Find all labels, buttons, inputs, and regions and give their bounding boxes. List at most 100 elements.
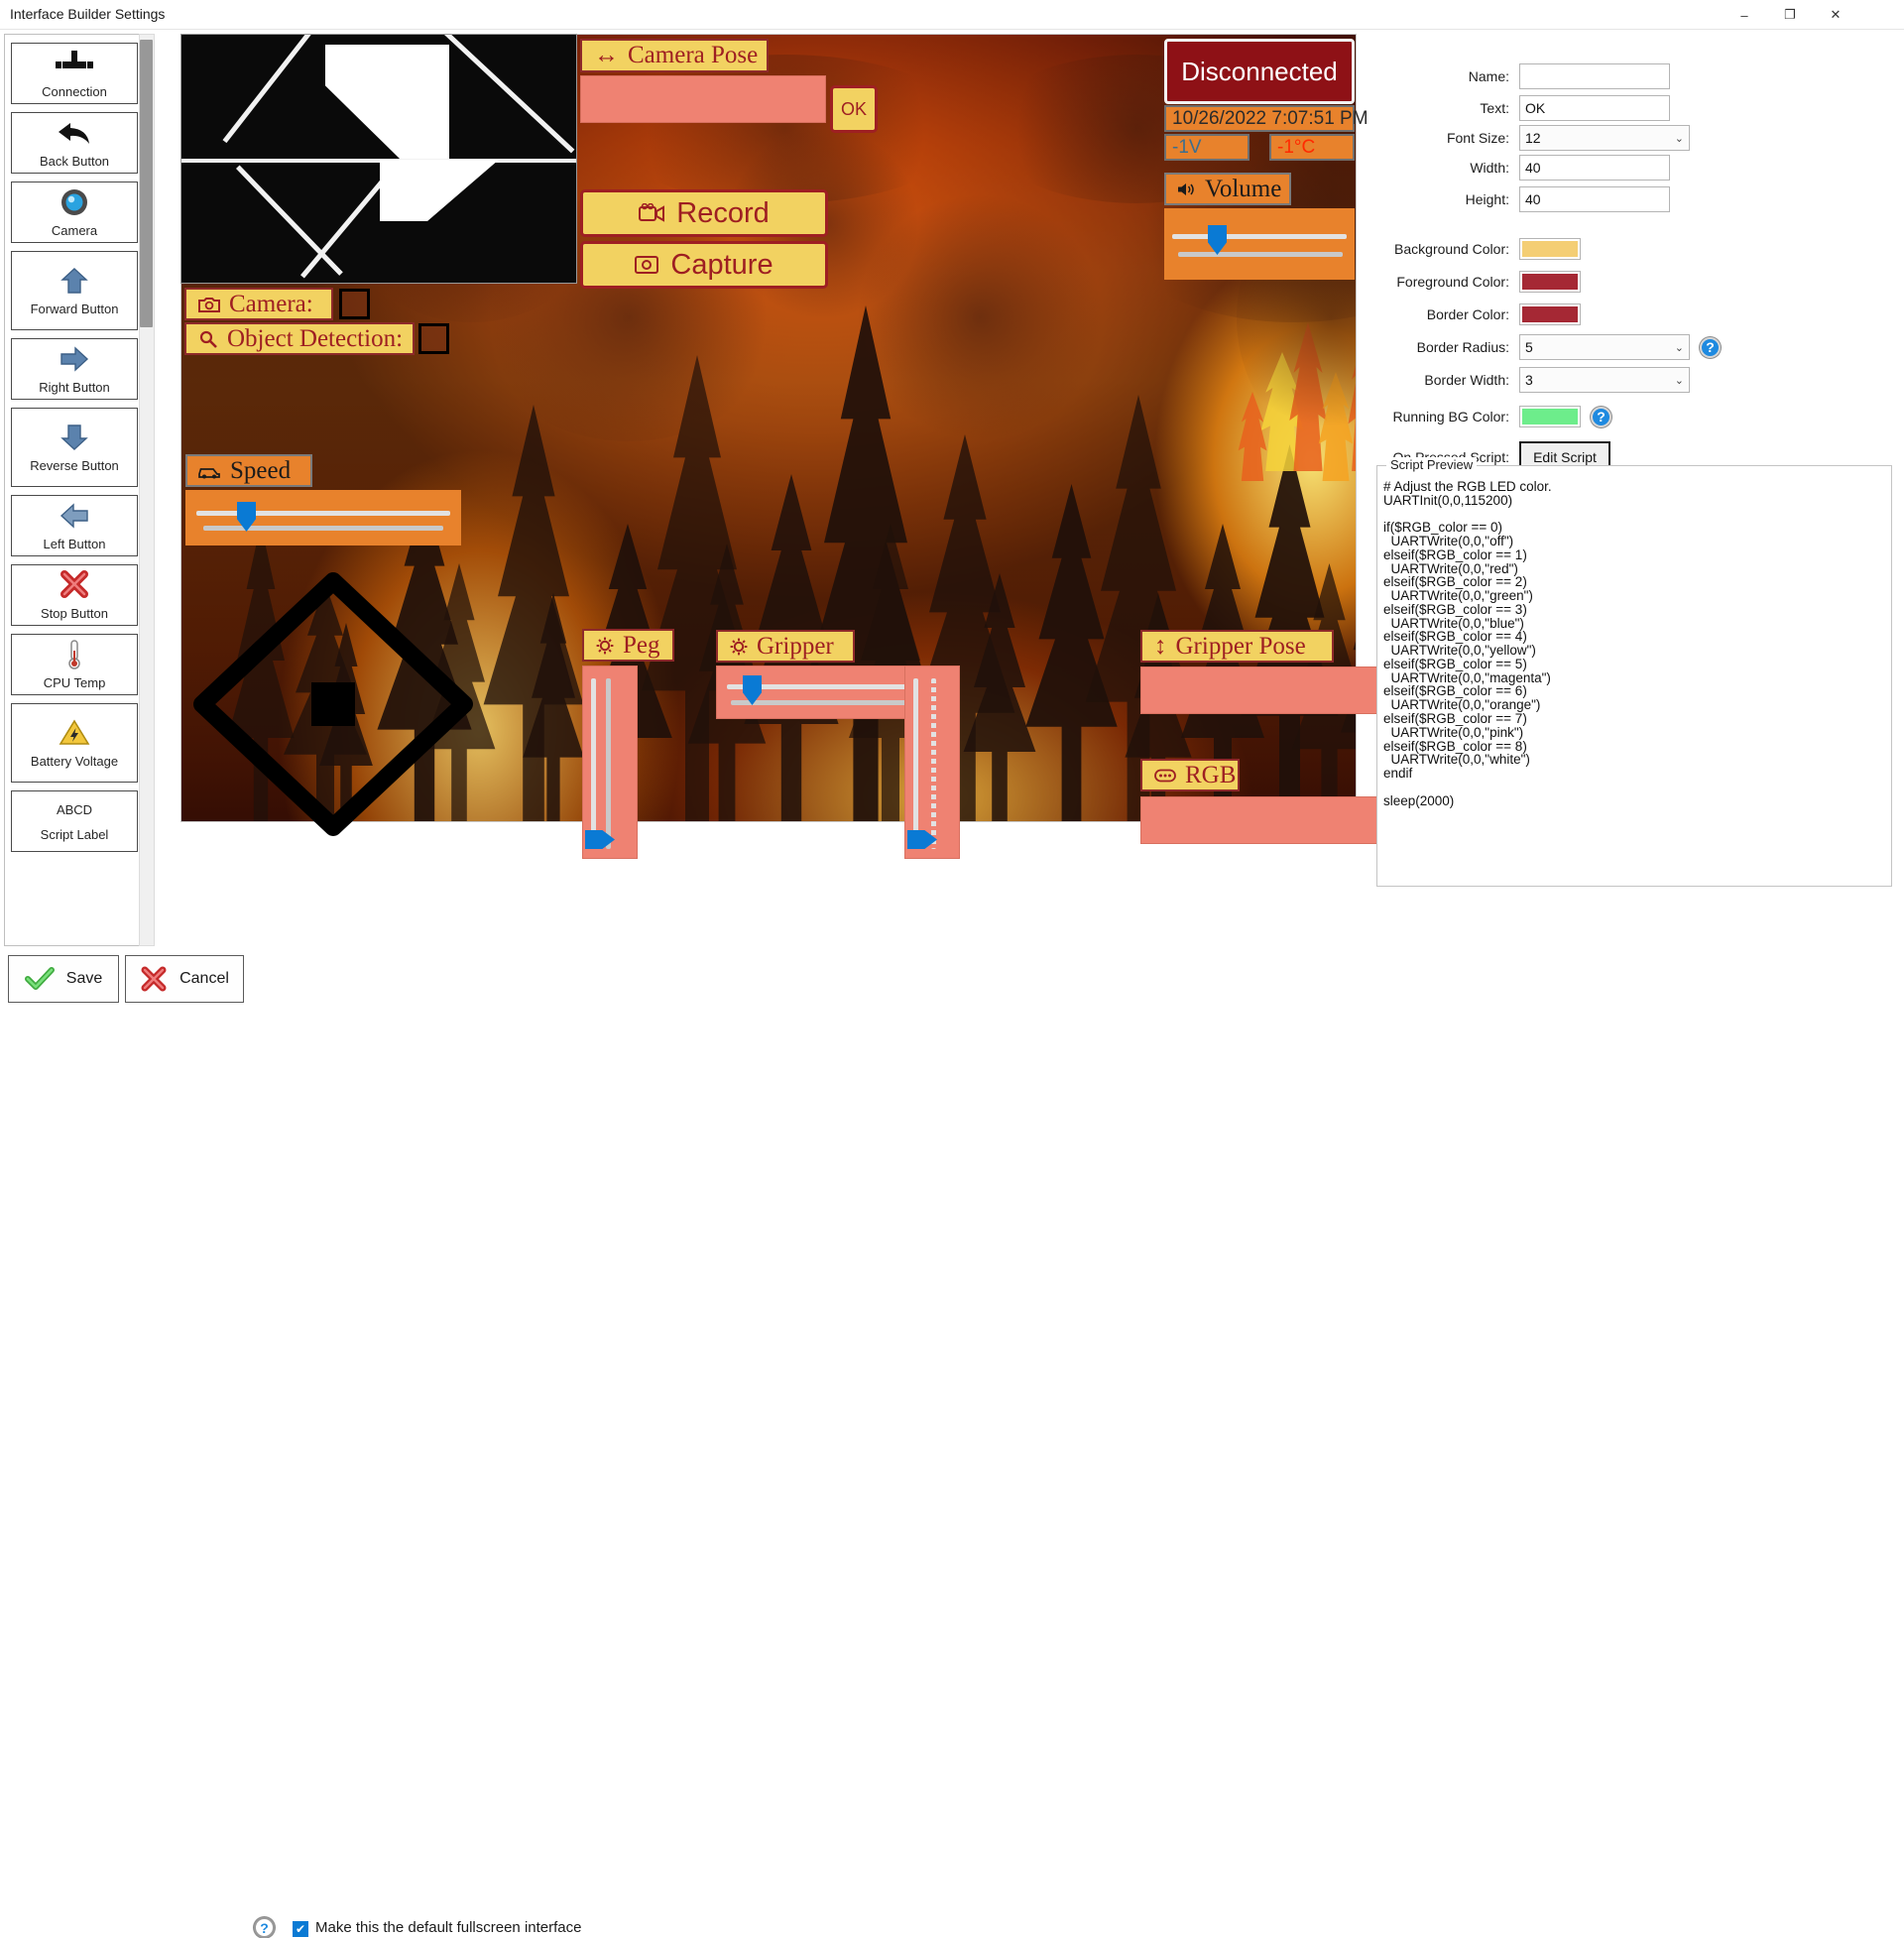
toolbox-item-back-button[interactable]: Back Button [11, 112, 138, 174]
border-color-swatch[interactable] [1519, 303, 1581, 325]
object-detection-color-swatch[interactable] [418, 323, 449, 354]
dpad-widget[interactable] [190, 569, 476, 839]
volume-label-text: Volume [1205, 175, 1282, 202]
toolbox-item-reverse-button[interactable]: Reverse Button [11, 408, 138, 487]
property-label: Border Color: [1426, 306, 1509, 322]
thermometer-icon [65, 638, 83, 671]
toolbox-item-camera[interactable]: Camera [11, 182, 138, 243]
capture-button[interactable]: Capture [580, 241, 828, 289]
maximize-button[interactable]: ❐ [1767, 0, 1813, 30]
script-preview-box: Script Preview # Adjust the RGB LED color… [1376, 457, 1892, 887]
text-input[interactable]: OK [1519, 95, 1670, 121]
gripper-pose-label: ↕ Gripper Pose [1140, 630, 1334, 663]
rgb-input[interactable] [1140, 796, 1386, 844]
car-icon [197, 463, 221, 479]
toolbox-item-right-button[interactable]: Right Button [11, 338, 138, 400]
default-fullscreen-checkbox[interactable]: ✔ [293, 1921, 308, 1937]
property-label: Border Radius: [1416, 339, 1509, 355]
gripper-pose-input[interactable] [1140, 666, 1386, 714]
background-color-swatch[interactable] [1519, 238, 1581, 260]
camera-color-swatch[interactable] [339, 289, 370, 319]
camera-label: Camera: [184, 288, 333, 320]
property-label: Text: [1480, 100, 1509, 116]
toolbox-item-connection[interactable]: Connection [11, 43, 138, 104]
border-color-swatch-fill [1522, 306, 1578, 322]
camera-pose-input[interactable] [580, 75, 826, 123]
toolbox-item-forward-button[interactable]: Forward Button [11, 251, 138, 330]
connection-icon [55, 47, 94, 80]
property-label: Height: [1465, 191, 1509, 207]
peg-slider[interactable] [582, 666, 638, 859]
down-arrow-icon [60, 421, 88, 454]
toolbox-item-label: Left Button [43, 536, 106, 551]
property-row: Foreground Color: [1368, 269, 1898, 295]
camera-label-text: Camera: [229, 290, 313, 317]
up-down-arrow-icon: ↕ [1154, 632, 1167, 660]
help-icon[interactable]: ? [254, 1917, 275, 1938]
gripper-vertical-slider[interactable] [904, 666, 960, 859]
toolbox-item-label: Stop Button [41, 605, 108, 621]
camera-pose-ok-button[interactable]: OK [830, 85, 878, 133]
property-row: Font Size: 12 ⌄ [1368, 125, 1898, 151]
rgb-label-text: RGB [1185, 761, 1237, 788]
font-size-select[interactable]: 12 ⌄ [1519, 125, 1690, 151]
toolbox-item-label: Connection [42, 83, 107, 99]
back-arrow-icon [57, 116, 92, 150]
interface-canvas[interactable]: ↔ Camera Pose OK Record Capture Camera: … [180, 34, 1438, 859]
camera-pose-label-text: Camera Pose [628, 42, 759, 68]
font-size-select-value: 12 [1525, 130, 1541, 146]
toolbox-scrollbar-thumb[interactable] [140, 40, 153, 327]
toolbox-item-label: Camera [51, 222, 98, 238]
property-row: Border Width: 3 ⌄ [1368, 367, 1898, 393]
rgb-label: RGB [1140, 759, 1240, 791]
width-input[interactable]: 40 [1519, 155, 1670, 181]
toolbox-item-stop-button[interactable]: Stop Button [11, 564, 138, 626]
video-camera-icon [639, 203, 665, 223]
photo-icon [635, 255, 659, 275]
toolbox-item-abcd-script-label[interactable]: ABCD Script Label [11, 790, 138, 852]
record-button[interactable]: Record [580, 189, 828, 237]
height-input[interactable]: 40 [1519, 186, 1670, 212]
title-bar: Interface Builder Settings – ❐ ✕ [0, 0, 1904, 30]
toolbox-item-cpu-temp[interactable]: CPU Temp [11, 634, 138, 695]
property-row: Width: 40 [1368, 155, 1898, 181]
volume-slider[interactable] [1164, 208, 1355, 280]
toolbox-item-label: ABCD Script Label [40, 802, 109, 842]
running-bg-color-help-icon[interactable]: ? [1591, 406, 1611, 427]
property-label: Border Width: [1424, 372, 1509, 388]
green-check-icon [24, 967, 55, 991]
save-button[interactable]: Save [8, 955, 119, 1003]
gripper-pose-label-text: Gripper Pose [1175, 632, 1306, 660]
border-radius-help-icon[interactable]: ? [1700, 336, 1721, 358]
toolbox-item-label: Reverse Button [30, 457, 119, 473]
gear-icon [730, 638, 748, 656]
toolbox-item-battery-voltage[interactable]: Battery Voltage [11, 703, 138, 783]
speed-label: Speed [185, 454, 312, 487]
camera-feed-widget[interactable] [180, 34, 577, 284]
peg-label: Peg [582, 629, 674, 662]
camera-pose-label: ↔ Camera Pose [580, 39, 769, 72]
cancel-button[interactable]: Cancel [125, 955, 244, 1003]
script-preview-legend: Script Preview [1386, 457, 1478, 472]
running-bg-color-swatch[interactable] [1519, 406, 1581, 427]
connection-status-badge: Disconnected [1164, 39, 1355, 104]
left-arrow-icon [60, 499, 89, 533]
running-bg-color-swatch-fill [1522, 409, 1578, 424]
property-row: Text: OK [1368, 95, 1898, 121]
toolbox-item-left-button[interactable]: Left Button [11, 495, 138, 556]
close-button[interactable]: ✕ [1813, 0, 1858, 30]
border-width-select[interactable]: 3 ⌄ [1519, 367, 1690, 393]
speed-slider[interactable] [185, 490, 461, 545]
object-detection-label-text: Object Detection: [227, 324, 404, 352]
widget-toolbox[interactable]: Connection Back Button Camera Forward Butto… [4, 34, 155, 946]
camera-icon [198, 296, 220, 313]
record-button-label: Record [676, 196, 770, 229]
temperature-display: -1°C [1269, 134, 1355, 161]
name-input[interactable] [1519, 63, 1670, 89]
toolbox-item-label: Forward Button [30, 301, 119, 316]
volume-slider-thumb[interactable] [1208, 225, 1227, 255]
foreground-color-swatch[interactable] [1519, 271, 1581, 293]
chevron-down-icon: ⌄ [1674, 132, 1684, 145]
border-radius-select[interactable]: 5 ⌄ [1519, 334, 1690, 360]
minimize-button[interactable]: – [1722, 0, 1767, 30]
